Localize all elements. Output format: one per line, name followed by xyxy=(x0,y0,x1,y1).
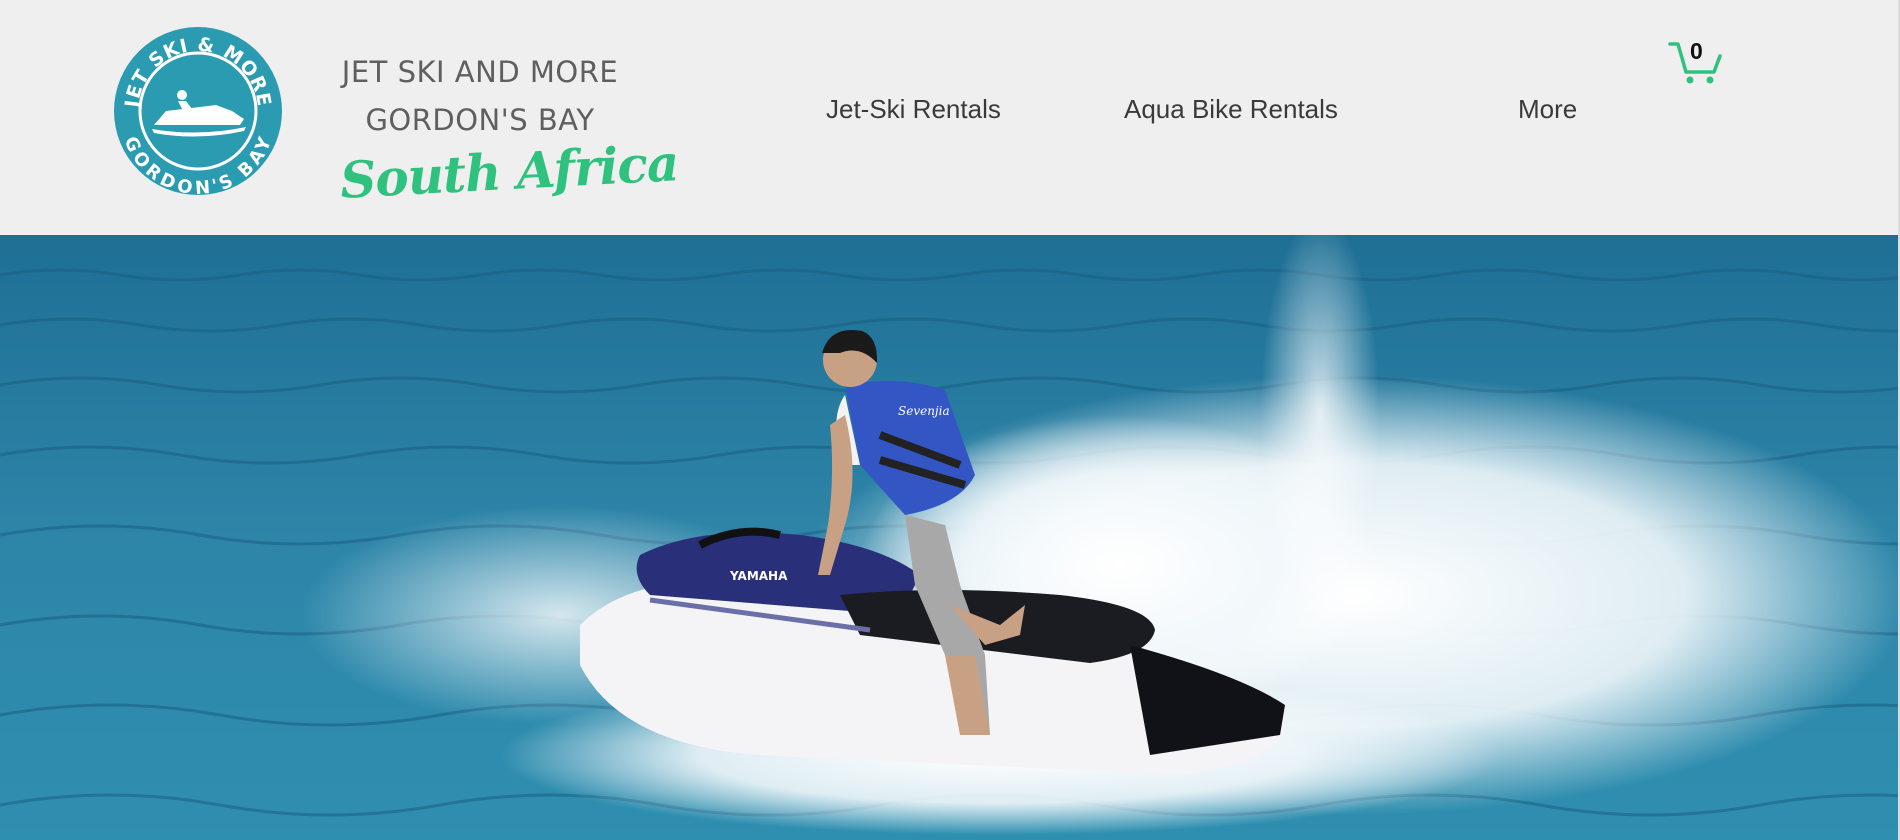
hero-photo: YAMAHA Sevenjia xyxy=(0,235,1900,840)
nav-item-jet-ski-rentals[interactable]: Jet-Ski Rentals xyxy=(826,94,1001,125)
brand-tagline: South Africa xyxy=(338,133,680,210)
nav-item-more[interactable]: More xyxy=(1518,94,1577,125)
cart-button[interactable]: 0 xyxy=(1668,38,1724,86)
logo-badge: JET SKI & MORE GORDON'S BAY xyxy=(114,27,282,199)
cart-count: 0 xyxy=(1690,38,1703,64)
site-logo[interactable]: JET SKI & MORE GORDON'S BAY xyxy=(112,25,284,199)
brand-block[interactable]: JET SKI AND MORE GORDON'S BAY South Afri… xyxy=(339,48,680,210)
site-header: JET SKI & MORE GORDON'S BAY JET SKI AND … xyxy=(0,0,1900,235)
hero-image: YAMAHA Sevenjia xyxy=(0,235,1900,840)
nav-item-aqua-bike-rentals[interactable]: Aqua Bike Rentals xyxy=(1124,94,1338,125)
brand-title: JET SKI AND MORE xyxy=(341,55,619,89)
svg-text:YAMAHA: YAMAHA xyxy=(729,569,788,583)
brand-location: GORDON'S BAY xyxy=(365,103,595,137)
svg-text:Sevenjia: Sevenjia xyxy=(898,404,950,418)
